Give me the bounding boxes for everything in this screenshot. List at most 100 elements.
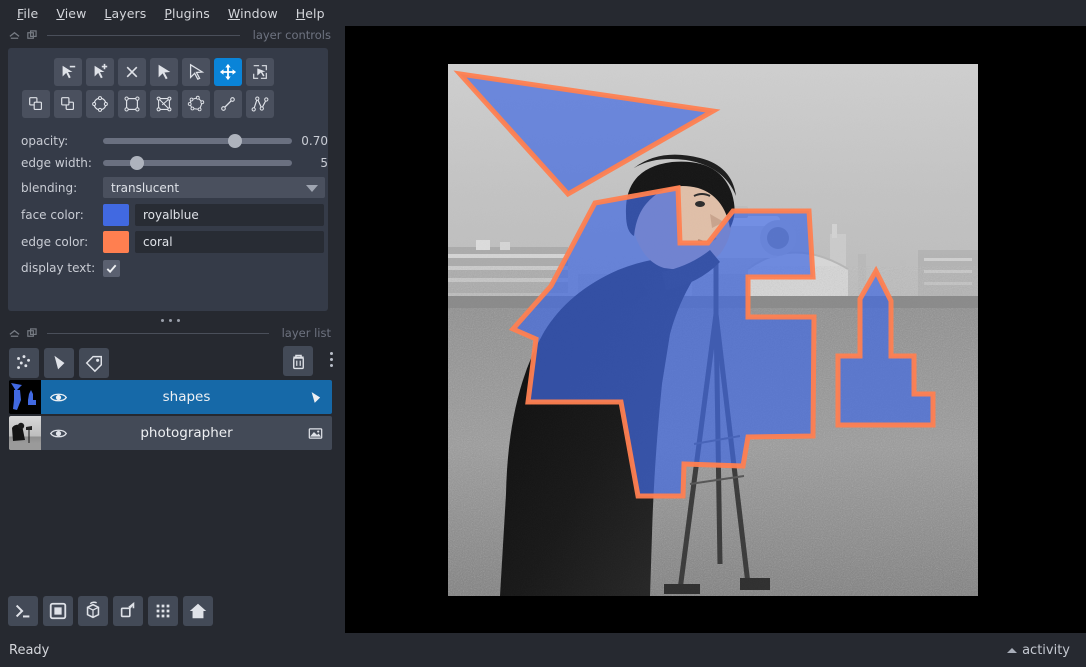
- roll-dimensions-button[interactable]: [78, 596, 108, 626]
- close-dock-icon[interactable]: [26, 29, 37, 41]
- image-icon: [308, 427, 322, 439]
- pan-zoom-tool-button[interactable]: [214, 58, 242, 86]
- select-shapes-tool-button[interactable]: [150, 58, 178, 86]
- grid-view-button[interactable]: [148, 596, 178, 626]
- opacity-label: opacity:: [21, 134, 69, 148]
- new-labels-layer-button[interactable]: [79, 348, 109, 378]
- menu-dot: [330, 364, 333, 367]
- face-color-value: royalblue: [143, 207, 199, 222]
- blending-label: blending:: [21, 180, 78, 195]
- castle-polygon-shape[interactable]: [835, 265, 936, 428]
- layer-row-shapes[interactable]: shapes: [9, 380, 332, 414]
- add-polygon-tool-button[interactable]: [150, 90, 178, 118]
- vertex-insert-tool-button[interactable]: [86, 58, 114, 86]
- edge-width-value: 5: [320, 156, 328, 170]
- layer-visibility-toggle-photographer[interactable]: [41, 424, 75, 443]
- menu-item-view[interactable]: View: [47, 3, 95, 24]
- blending-dropdown[interactable]: translucent: [103, 177, 325, 198]
- edge-width-label: edge width:: [21, 156, 92, 170]
- add-polygon-lasso-tool-button[interactable]: [182, 90, 210, 118]
- edge-color-swatch[interactable]: [103, 230, 129, 253]
- layer-row-photographer[interactable]: photographer: [9, 416, 332, 450]
- layer-list-menu-button[interactable]: [330, 352, 333, 367]
- add-ellipse-tool-button[interactable]: [86, 90, 114, 118]
- menu-item-file[interactable]: File: [8, 3, 47, 24]
- display-text-checkbox[interactable]: [103, 259, 120, 277]
- add-path-tool-button[interactable]: [246, 90, 274, 118]
- face-color-control-row: face color: royalblue: [8, 201, 328, 228]
- delete-shape-tool-button[interactable]: [118, 58, 146, 86]
- roll-cube-icon: [86, 601, 100, 619]
- transform-tool-button[interactable]: [246, 58, 274, 86]
- layer-list-toolbar: [0, 342, 341, 380]
- opacity-slider-handle[interactable]: [228, 134, 243, 148]
- vertex-remove-tool-button[interactable]: [54, 58, 82, 86]
- viewer-buttons-toolbar: [8, 596, 213, 626]
- edge-width-slider-handle[interactable]: [130, 156, 145, 170]
- trash-icon: [292, 354, 304, 369]
- points-icon: [17, 355, 30, 369]
- status-message: Ready: [9, 642, 50, 658]
- viewer-canvas[interactable]: [345, 26, 1086, 633]
- edge-width-slider[interactable]: [103, 156, 292, 170]
- add-rectangle-tool-button[interactable]: [118, 90, 146, 118]
- console-button[interactable]: [8, 596, 38, 626]
- eye-icon: [49, 429, 67, 437]
- shapes-icon: [311, 391, 320, 403]
- layer-type-icon-photographer: [298, 425, 332, 442]
- new-shapes-layer-button[interactable]: [44, 348, 74, 378]
- reset-view-home-button[interactable]: [183, 596, 213, 626]
- face-color-input[interactable]: royalblue: [135, 203, 324, 226]
- triangle-shape[interactable]: [453, 70, 721, 198]
- move-to-front-tool-button[interactable]: [54, 90, 82, 118]
- layer-visibility-toggle-shapes[interactable]: [41, 388, 75, 407]
- blending-control-row: blending: translucent: [8, 174, 328, 201]
- opacity-slider[interactable]: [103, 134, 292, 148]
- layer-thumbnail-photographer: [9, 416, 41, 450]
- menu-item-help[interactable]: Help: [287, 3, 334, 24]
- layer-thumbnail-shapes: [9, 380, 41, 414]
- layer-list-title: layer list: [281, 326, 331, 340]
- transpose-icon: [120, 602, 135, 618]
- new-points-layer-button[interactable]: [9, 348, 39, 378]
- menu-dot: [330, 358, 333, 361]
- left-panel: layer controls opacity: 0.70 edge width:…: [0, 26, 341, 667]
- labels-tag-icon: [85, 355, 102, 373]
- float-dock-icon[interactable]: [9, 328, 20, 339]
- edge-color-value: coral: [143, 234, 173, 249]
- edge-width-control-row: edge width: 5: [8, 152, 328, 174]
- layer-name-shapes: shapes: [162, 389, 211, 405]
- face-color-swatch[interactable]: [103, 203, 129, 226]
- close-dock-icon[interactable]: [26, 327, 37, 339]
- layer-controls-dock-header: layer controls: [0, 26, 341, 44]
- delete-layer-button[interactable]: [283, 346, 313, 376]
- menu-bar: File View Layers Plugins Window Help: [0, 0, 1086, 26]
- chevron-down-icon: [306, 185, 318, 192]
- menu-item-plugins[interactable]: Plugins: [155, 3, 218, 24]
- edge-color-input[interactable]: coral: [135, 230, 324, 253]
- menu-item-layers[interactable]: Layers: [95, 3, 155, 24]
- ndisplay-toggle-button[interactable]: [43, 596, 73, 626]
- activity-button[interactable]: activity: [1007, 643, 1070, 658]
- layer-list-dock-header: layer list: [0, 324, 341, 342]
- edge-color-label: edge color:: [21, 234, 89, 249]
- shape-tools-grid: [8, 48, 328, 118]
- menu-item-window[interactable]: Window: [219, 3, 287, 24]
- console-icon: [15, 604, 30, 618]
- square-2d-icon: [49, 602, 67, 620]
- float-dock-icon[interactable]: [9, 30, 20, 41]
- layer-list-dock: layer list shapes photographer: [0, 324, 341, 452]
- canvas-image-photographer: [448, 64, 978, 596]
- person-polygon-shape[interactable]: [508, 185, 817, 499]
- layer-controls-panel: opacity: 0.70 edge width: 5 blending: tr…: [8, 48, 328, 311]
- add-line-tool-button[interactable]: [214, 90, 242, 118]
- transpose-dimensions-button[interactable]: [113, 596, 143, 626]
- layer-controls-title: layer controls: [252, 28, 331, 42]
- move-to-back-tool-button[interactable]: [22, 90, 50, 118]
- splitter-dot: [161, 318, 164, 322]
- activity-label: activity: [1022, 642, 1070, 658]
- check-icon: [106, 264, 117, 273]
- direct-select-tool-button[interactable]: [182, 58, 210, 86]
- blending-value: translucent: [111, 180, 180, 195]
- shapes-overlay[interactable]: [448, 64, 978, 596]
